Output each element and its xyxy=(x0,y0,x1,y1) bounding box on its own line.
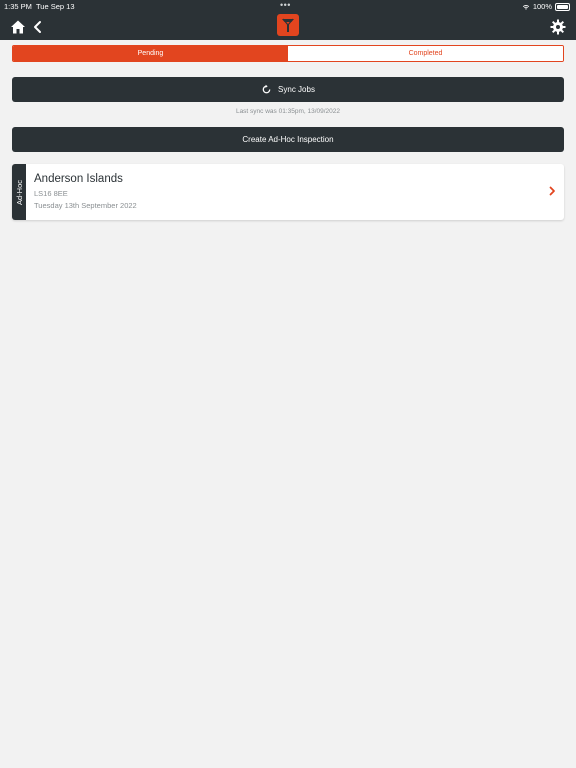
refresh-icon xyxy=(262,84,271,94)
chevron-right-icon xyxy=(549,186,555,196)
job-postcode: LS16 8EE xyxy=(34,189,68,198)
chevron-left-icon[interactable] xyxy=(31,19,45,35)
status-time: 1:35 PM xyxy=(4,2,32,11)
job-type-label: Ad-Hoc xyxy=(14,179,24,205)
status-date: Tue Sep 13 xyxy=(36,2,75,11)
status-right: 100% xyxy=(522,2,570,11)
battery-percent: 100% xyxy=(532,2,552,11)
create-adhoc-button[interactable]: Create Ad-Hoc Inspection xyxy=(12,127,564,152)
job-card[interactable]: Ad-Hoc Anderson Islands LS16 8EE Tuesday… xyxy=(12,164,564,220)
wifi-icon xyxy=(522,4,529,10)
job-date: Tuesday 13th September 2022 xyxy=(34,201,137,210)
sync-jobs-label: Sync Jobs xyxy=(278,85,315,94)
tab-pending[interactable]: Pending xyxy=(13,46,288,61)
top-bar: 1:35 PM Tue Sep 13 ••• 100% xyxy=(0,0,576,40)
job-type-tag: Ad-Hoc xyxy=(12,164,26,220)
status-tabs: Pending Completed xyxy=(12,45,564,62)
gear-icon[interactable] xyxy=(550,19,566,35)
multitask-dots[interactable]: ••• xyxy=(280,0,291,10)
brand-logo-icon xyxy=(282,18,294,32)
brand-logo xyxy=(277,14,299,36)
battery-icon xyxy=(555,2,570,11)
tab-completed[interactable]: Completed xyxy=(288,46,563,61)
home-icon[interactable] xyxy=(10,19,26,35)
create-adhoc-label: Create Ad-Hoc Inspection xyxy=(242,135,334,144)
sync-jobs-button[interactable]: Sync Jobs xyxy=(12,77,564,102)
last-sync-text: Last sync was 01:35pm, 13/09/2022 xyxy=(235,108,341,115)
job-title: Anderson Islands xyxy=(34,173,123,185)
